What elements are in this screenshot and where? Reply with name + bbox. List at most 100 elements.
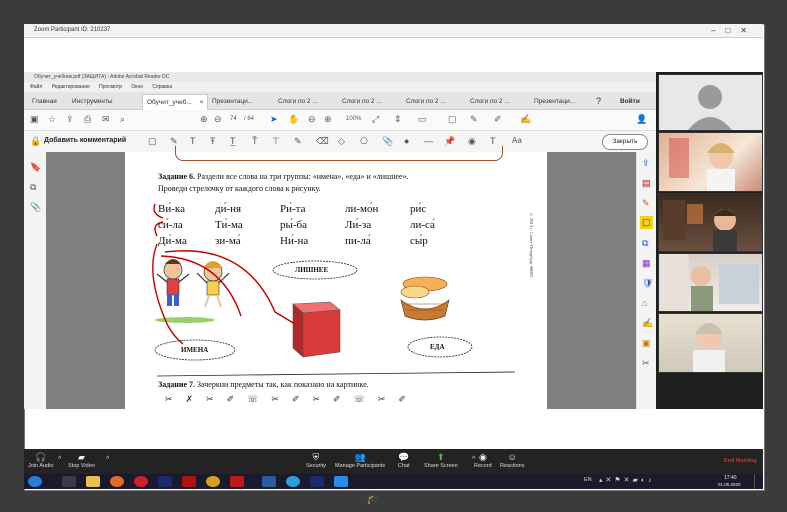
print-icon[interactable]: ⎙ [84,114,91,125]
combine-icon[interactable]: ⧉ [642,238,648,249]
tab-syllables-4[interactable]: Слоги по 2 ... [470,94,510,109]
zoom-in-icon[interactable]: ⊕ [324,114,332,125]
tab-tools[interactable]: Инструменты [72,94,113,109]
zoom-app-icon[interactable] [334,476,348,487]
acrobat-icon[interactable] [182,476,196,487]
underline-text-icon[interactable]: T̲ [230,136,236,146]
comment-tool-icon[interactable]: ▢ [640,216,653,229]
close-comment-button[interactable]: Закрыть [602,134,648,150]
organize-icon[interactable]: ▦ [642,258,651,269]
tab-syllables-1[interactable]: Слоги по 2 ... [278,94,318,109]
security-button[interactable]: ⛨ Security [306,452,326,469]
photoshop-icon[interactable] [158,476,172,487]
create-pdf-icon[interactable]: ▤ [642,178,651,189]
sticky-note-icon[interactable]: ▢ [148,136,157,147]
menu-view[interactable]: Просмотр [99,84,122,90]
tab-document-label: Обучит_учеб... [147,99,192,106]
tab-presentation-2[interactable]: Презентаци... [534,94,575,109]
page-down-icon[interactable]: ⊖ [214,114,222,125]
highlight-icon[interactable]: ✐ [494,114,502,125]
red-annotation-line [164,250,296,325]
join-audio-button[interactable]: 🎧 Join Audio [28,452,53,469]
manage-participants-label: Manage Participants [335,463,386,469]
menu-window[interactable]: Окно [131,84,143,90]
tab-syllables-2[interactable]: Слоги по 2 ... [342,94,382,109]
scan-icon[interactable]: ⌂ [642,298,647,308]
share-screen-button[interactable]: ⬆ Share Screen [424,452,458,469]
participant-tile[interactable] [658,313,763,373]
close-tab-icon[interactable]: × [200,99,204,106]
attachment-icon[interactable]: 📎 [30,202,41,213]
firefox-icon[interactable] [110,476,124,487]
opera-icon[interactable] [134,476,148,487]
participant-tile[interactable] [658,74,763,131]
end-meeting-button[interactable]: End Meeting [724,458,757,464]
menu-help[interactable]: Справка [152,84,172,90]
star-icon[interactable]: ☆ [48,114,56,125]
fit-icon[interactable]: ⤢ [372,114,379,125]
tab-presentation-1[interactable]: Презентаци... [212,94,253,109]
tab-home[interactable]: Главная [32,94,57,109]
stop-video-button[interactable]: ▰ Stop Video [68,452,95,469]
more-tools-icon[interactable]: ✂ [642,358,650,369]
left-nav-rail: 🔖 ⧉ 📎 [24,152,47,409]
pages-icon[interactable]: ⧉ [30,182,36,193]
language-indicator[interactable]: EN [584,477,592,483]
zoom-level[interactable]: 100% [346,116,361,122]
word-icon[interactable] [262,476,276,487]
sign-icon[interactable]: ✍ [520,114,531,125]
color-icon[interactable]: ● [404,136,409,146]
save-icon[interactable]: ▣ [30,114,39,125]
tab-syllables-3[interactable]: Слоги по 2 ... [406,94,446,109]
help-icon[interactable]: ? [596,94,601,109]
font-size-icon[interactable]: T [490,136,496,146]
window-controls[interactable]: –□✕ [711,24,757,37]
upload-icon[interactable]: ⇪ [66,114,74,125]
send-icon[interactable]: ▣ [642,338,651,349]
fill-sign-icon[interactable]: ✍ [642,318,653,329]
explorer-icon[interactable] [86,476,100,487]
manage-participants-button[interactable]: 👥 Manage Participants [335,452,385,469]
menu-edit[interactable]: Редактирование [52,84,90,90]
pen-icon[interactable]: ✎ [470,114,478,125]
chrome-icon[interactable] [206,476,220,487]
participant-tile[interactable] [658,193,763,252]
search-icon[interactable]: ⌕ [120,114,125,125]
login-button[interactable]: Войти [620,94,640,109]
photoshop-2-icon[interactable] [310,476,324,487]
participant-tile[interactable] [658,253,763,312]
record-button[interactable]: ◉ Record [474,452,492,469]
start-icon[interactable] [28,476,42,487]
menu-file[interactable]: Файл [30,84,42,90]
reactions-button[interactable]: ☺ Reactions [500,452,524,469]
participant-tile[interactable] [658,132,763,192]
telegram-icon[interactable] [286,476,300,487]
replace-text-icon[interactable]: Ť [252,136,258,146]
protect-icon[interactable]: 🛡 [642,278,653,289]
scroll-mode-icon[interactable]: ⇕ [394,114,402,125]
pdf-icon[interactable] [230,476,244,487]
text-icon[interactable]: T [190,136,196,146]
comment-icon[interactable]: ▢ [448,114,457,125]
taskview-icon[interactable] [62,476,76,487]
line-icon[interactable]: — [424,136,433,146]
bookmark-icon[interactable]: 🔖 [30,162,41,173]
cursor-icon[interactable]: ➤ [270,114,278,125]
page-number-input[interactable]: 74 [230,116,237,122]
mail-icon[interactable]: ✉ [102,114,110,125]
tray-icons[interactable]: ▴✕⚑✕▰◐♪ [599,476,655,484]
page-up-icon[interactable]: ⊕ [200,114,208,125]
edit-pdf-icon[interactable]: ✎ [642,198,650,209]
zoom-out-icon[interactable]: ⊖ [308,114,316,125]
read-mode-icon[interactable]: ▭ [418,114,427,125]
export-pdf-icon[interactable]: ⇪ [642,158,650,169]
video-options-chevron[interactable]: ^ [106,456,109,463]
tab-document-active[interactable]: Обучит_учеб... × [142,94,209,110]
chat-button[interactable]: 💬 Chat [398,452,410,469]
audio-options-chevron[interactable]: ^ [58,456,61,463]
hand-icon[interactable]: ✋ [288,114,299,125]
share-user-icon[interactable]: 👤 [636,114,647,125]
font-icon[interactable]: Aa [512,136,522,145]
show-desktop[interactable] [754,474,763,489]
strike-text-icon[interactable]: Ŧ [210,136,216,146]
